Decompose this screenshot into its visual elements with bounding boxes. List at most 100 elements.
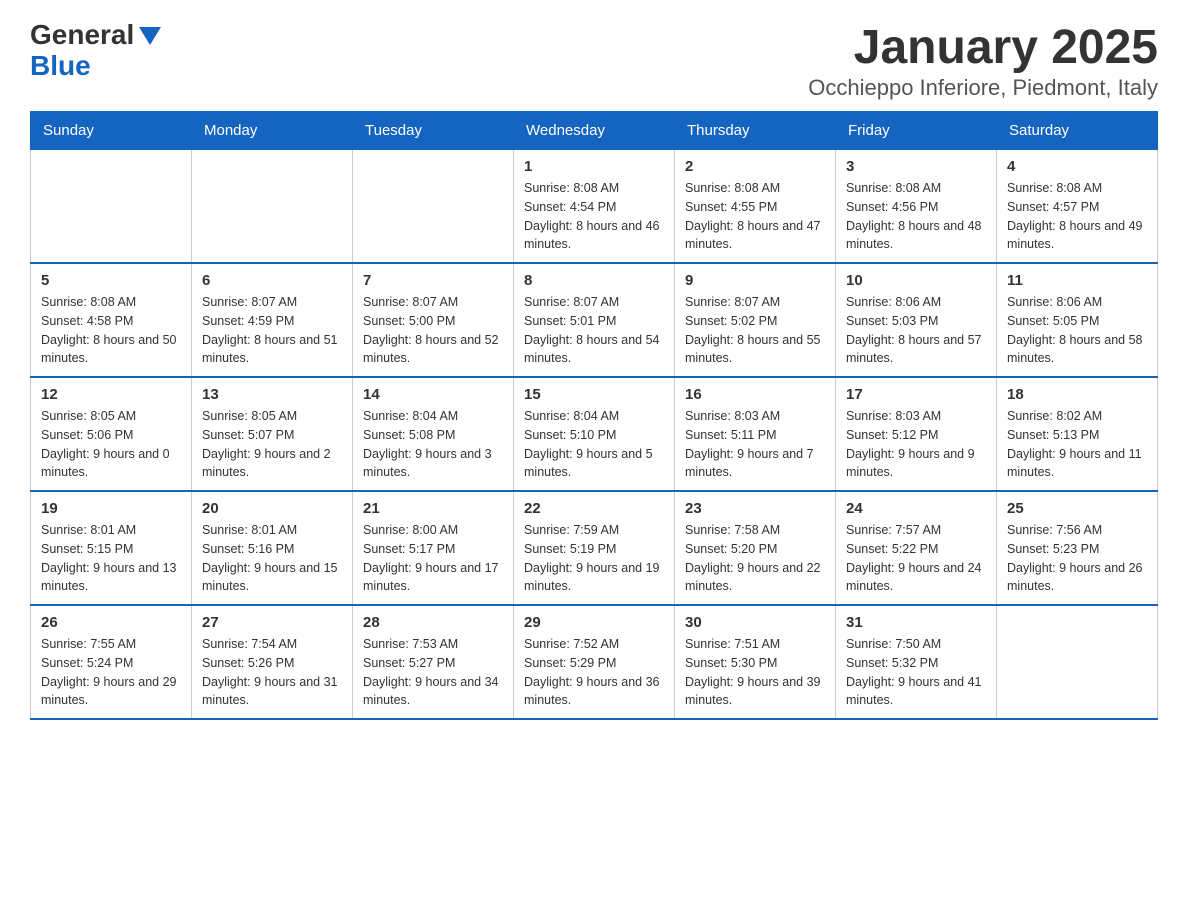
day-info: Sunrise: 7:50 AM Sunset: 5:32 PM Dayligh… xyxy=(846,637,982,707)
day-number: 6 xyxy=(202,272,342,289)
logo-blue: Blue xyxy=(30,50,91,81)
calendar-day-21: 21 Sunrise: 8:00 AM Sunset: 5:17 PM Dayli… xyxy=(353,491,514,605)
day-info: Sunrise: 8:08 AM Sunset: 4:54 PM Dayligh… xyxy=(524,181,660,251)
day-number: 4 xyxy=(1007,158,1147,175)
calendar-day-28: 28Sunrise: 7:53 AM Sunset: 5:27 PM Dayli… xyxy=(353,605,514,719)
day-info: Sunrise: 8:07 AM Sunset: 4:59 PM Dayligh… xyxy=(202,295,338,365)
day-number: 7 xyxy=(363,272,503,289)
calendar-day-31: 31 Sunrise: 7:50 AM Sunset: 5:32 PM Dayli… xyxy=(836,605,997,719)
calendar-week-row: 19Sunrise: 8:01 AM Sunset: 5:15 PM Dayli… xyxy=(31,491,1158,605)
day-info: Sunrise: 8:07 AM Sunset: 5:00 PM Dayligh… xyxy=(363,295,499,365)
calendar-day-22: 22 Sunrise: 7:59 AM Sunset: 5:19 PM Dayli… xyxy=(514,491,675,605)
logo: General Blue xyxy=(30,20,161,82)
day-header-monday: Monday xyxy=(192,112,353,150)
day-info: Sunrise: 8:02 AM Sunset: 5:13 PM Dayligh… xyxy=(1007,409,1142,479)
day-info: Sunrise: 8:03 AM Sunset: 5:12 PM Dayligh… xyxy=(846,409,975,479)
day-number: 14 xyxy=(363,386,503,403)
day-number: 10 xyxy=(846,272,986,289)
day-number: 5 xyxy=(41,272,181,289)
day-number: 15 xyxy=(524,386,664,403)
day-number: 24 xyxy=(846,500,986,517)
day-number: 23 xyxy=(685,500,825,517)
day-info: Sunrise: 8:04 AM Sunset: 5:10 PM Dayligh… xyxy=(524,409,653,479)
day-info: Sunrise: 7:58 AM Sunset: 5:20 PM Dayligh… xyxy=(685,523,821,593)
title-block: January 2025 Occhieppo Inferiore, Piedmo… xyxy=(808,20,1158,101)
day-number: 25 xyxy=(1007,500,1147,517)
calendar-day-6: 6 Sunrise: 8:07 AM Sunset: 4:59 PM Daylig… xyxy=(192,263,353,377)
calendar-day-18: 18Sunrise: 8:02 AM Sunset: 5:13 PM Dayli… xyxy=(997,377,1158,491)
day-number: 2 xyxy=(685,158,825,175)
calendar-day-11: 11 Sunrise: 8:06 AM Sunset: 5:05 PM Dayli… xyxy=(997,263,1158,377)
day-number: 27 xyxy=(202,614,342,631)
calendar-table: SundayMondayTuesdayWednesdayThursdayFrid… xyxy=(30,111,1158,720)
calendar-day-14: 14 Sunrise: 8:04 AM Sunset: 5:08 PM Dayli… xyxy=(353,377,514,491)
calendar-day-30: 30Sunrise: 7:51 AM Sunset: 5:30 PM Dayli… xyxy=(675,605,836,719)
calendar-week-row: 5 Sunrise: 8:08 AM Sunset: 4:58 PM Daylig… xyxy=(31,263,1158,377)
day-header-friday: Friday xyxy=(836,112,997,150)
logo-triangle-icon xyxy=(139,27,161,45)
day-info: Sunrise: 8:06 AM Sunset: 5:03 PM Dayligh… xyxy=(846,295,982,365)
calendar-day-2: 2 Sunrise: 8:08 AM Sunset: 4:55 PM Daylig… xyxy=(675,150,836,264)
calendar-day-5: 5 Sunrise: 8:08 AM Sunset: 4:58 PM Daylig… xyxy=(31,263,192,377)
calendar-day-26: 26 Sunrise: 7:55 AM Sunset: 5:24 PM Dayli… xyxy=(31,605,192,719)
day-info: Sunrise: 8:01 AM Sunset: 5:15 PM Dayligh… xyxy=(41,523,177,593)
calendar-day-1: 1 Sunrise: 8:08 AM Sunset: 4:54 PM Daylig… xyxy=(514,150,675,264)
day-info: Sunrise: 8:05 AM Sunset: 5:06 PM Dayligh… xyxy=(41,409,170,479)
calendar-day-19: 19Sunrise: 8:01 AM Sunset: 5:15 PM Dayli… xyxy=(31,491,192,605)
day-number: 22 xyxy=(524,500,664,517)
calendar-empty-cell xyxy=(192,150,353,264)
day-number: 3 xyxy=(846,158,986,175)
day-number: 28 xyxy=(363,614,503,631)
calendar-title: January 2025 xyxy=(808,20,1158,75)
day-number: 30 xyxy=(685,614,825,631)
day-info: Sunrise: 8:08 AM Sunset: 4:55 PM Dayligh… xyxy=(685,181,821,251)
day-header-saturday: Saturday xyxy=(997,112,1158,150)
day-info: Sunrise: 8:08 AM Sunset: 4:56 PM Dayligh… xyxy=(846,181,982,251)
day-info: Sunrise: 8:07 AM Sunset: 5:01 PM Dayligh… xyxy=(524,295,660,365)
calendar-day-12: 12 Sunrise: 8:05 AM Sunset: 5:06 PM Dayli… xyxy=(31,377,192,491)
page-header: General Blue January 2025 Occhieppo Infe… xyxy=(30,20,1158,101)
calendar-week-row: 26 Sunrise: 7:55 AM Sunset: 5:24 PM Dayli… xyxy=(31,605,1158,719)
calendar-empty-cell xyxy=(353,150,514,264)
calendar-day-27: 27Sunrise: 7:54 AM Sunset: 5:26 PM Dayli… xyxy=(192,605,353,719)
calendar-day-9: 9Sunrise: 8:07 AM Sunset: 5:02 PM Daylig… xyxy=(675,263,836,377)
calendar-day-3: 3 Sunrise: 8:08 AM Sunset: 4:56 PM Daylig… xyxy=(836,150,997,264)
day-header-sunday: Sunday xyxy=(31,112,192,150)
day-info: Sunrise: 8:04 AM Sunset: 5:08 PM Dayligh… xyxy=(363,409,492,479)
calendar-day-13: 13Sunrise: 8:05 AM Sunset: 5:07 PM Dayli… xyxy=(192,377,353,491)
calendar-day-25: 25Sunrise: 7:56 AM Sunset: 5:23 PM Dayli… xyxy=(997,491,1158,605)
calendar-week-row: 1 Sunrise: 8:08 AM Sunset: 4:54 PM Daylig… xyxy=(31,150,1158,264)
day-number: 12 xyxy=(41,386,181,403)
day-info: Sunrise: 8:08 AM Sunset: 4:58 PM Dayligh… xyxy=(41,295,177,365)
calendar-day-24: 24 Sunrise: 7:57 AM Sunset: 5:22 PM Dayli… xyxy=(836,491,997,605)
calendar-subtitle: Occhieppo Inferiore, Piedmont, Italy xyxy=(808,75,1158,101)
day-info: Sunrise: 7:59 AM Sunset: 5:19 PM Dayligh… xyxy=(524,523,660,593)
day-header-thursday: Thursday xyxy=(675,112,836,150)
day-header-wednesday: Wednesday xyxy=(514,112,675,150)
calendar-day-20: 20Sunrise: 8:01 AM Sunset: 5:16 PM Dayli… xyxy=(192,491,353,605)
day-info: Sunrise: 8:06 AM Sunset: 5:05 PM Dayligh… xyxy=(1007,295,1143,365)
day-number: 31 xyxy=(846,614,986,631)
calendar-day-29: 29Sunrise: 7:52 AM Sunset: 5:29 PM Dayli… xyxy=(514,605,675,719)
day-info: Sunrise: 8:07 AM Sunset: 5:02 PM Dayligh… xyxy=(685,295,821,365)
day-number: 1 xyxy=(524,158,664,175)
day-header-tuesday: Tuesday xyxy=(353,112,514,150)
day-number: 11 xyxy=(1007,272,1147,289)
day-info: Sunrise: 8:05 AM Sunset: 5:07 PM Dayligh… xyxy=(202,409,331,479)
day-info: Sunrise: 7:57 AM Sunset: 5:22 PM Dayligh… xyxy=(846,523,982,593)
day-info: Sunrise: 8:08 AM Sunset: 4:57 PM Dayligh… xyxy=(1007,181,1143,251)
calendar-header-row: SundayMondayTuesdayWednesdayThursdayFrid… xyxy=(31,112,1158,150)
day-number: 21 xyxy=(363,500,503,517)
calendar-day-4: 4 Sunrise: 8:08 AM Sunset: 4:57 PM Daylig… xyxy=(997,150,1158,264)
calendar-empty-cell xyxy=(997,605,1158,719)
day-number: 29 xyxy=(524,614,664,631)
day-number: 8 xyxy=(524,272,664,289)
calendar-day-8: 8 Sunrise: 8:07 AM Sunset: 5:01 PM Daylig… xyxy=(514,263,675,377)
day-number: 26 xyxy=(41,614,181,631)
calendar-day-23: 23 Sunrise: 7:58 AM Sunset: 5:20 PM Dayli… xyxy=(675,491,836,605)
day-info: Sunrise: 8:00 AM Sunset: 5:17 PM Dayligh… xyxy=(363,523,499,593)
day-number: 16 xyxy=(685,386,825,403)
calendar-day-10: 10 Sunrise: 8:06 AM Sunset: 5:03 PM Dayli… xyxy=(836,263,997,377)
day-info: Sunrise: 7:55 AM Sunset: 5:24 PM Dayligh… xyxy=(41,637,177,707)
calendar-day-17: 17Sunrise: 8:03 AM Sunset: 5:12 PM Dayli… xyxy=(836,377,997,491)
